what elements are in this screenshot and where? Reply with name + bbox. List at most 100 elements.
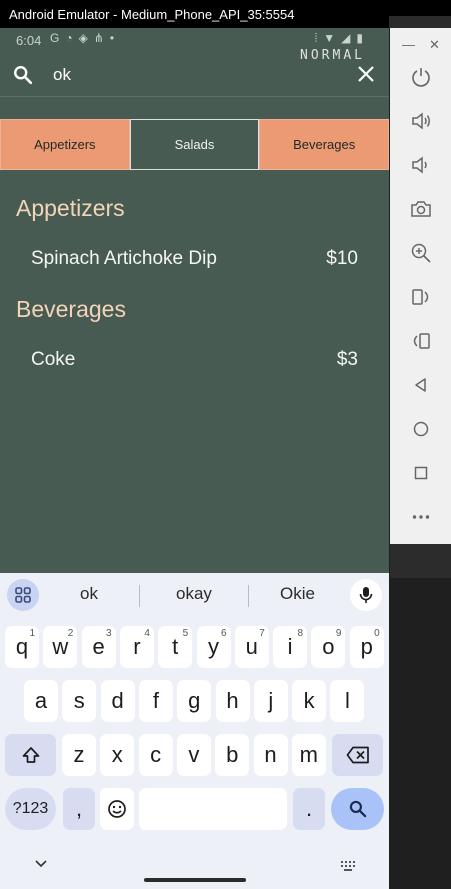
- tab-salads[interactable]: Salads: [129, 119, 260, 170]
- item-name: Coke: [31, 349, 76, 370]
- signal-icon: ◢: [341, 31, 351, 45]
- close-icon[interactable]: [357, 65, 375, 83]
- rotate-right-button[interactable]: [409, 329, 433, 353]
- desktop-background: [390, 544, 451, 889]
- more-button[interactable]: [409, 505, 433, 529]
- overview-button[interactable]: [409, 461, 433, 485]
- key-t[interactable]: t5: [158, 626, 193, 668]
- volume-up-button[interactable]: [409, 109, 433, 133]
- key-hint: 5: [182, 628, 189, 639]
- key-label: k: [303, 688, 315, 713]
- key-u[interactable]: u7: [234, 626, 269, 668]
- key-hint: 3: [106, 628, 112, 639]
- key-e[interactable]: e3: [81, 626, 116, 668]
- item-name: Spinach Artichoke Dip: [31, 248, 217, 269]
- key-m[interactable]: m: [291, 734, 326, 776]
- rotate-left-icon: [412, 289, 429, 305]
- camera-button[interactable]: [409, 197, 433, 221]
- list-item[interactable]: Coke $3: [31, 349, 358, 371]
- comma-key[interactable]: ,: [63, 788, 95, 830]
- vibrate-icon: ⦙: [314, 31, 318, 45]
- key-g[interactable]: g: [177, 680, 212, 722]
- key-hint: 2: [67, 628, 74, 639]
- suggestion-1[interactable]: ok: [80, 584, 98, 604]
- key-q[interactable]: q1: [5, 626, 39, 668]
- key-s[interactable]: s: [62, 680, 97, 722]
- key-y[interactable]: y6: [196, 626, 231, 668]
- key-d[interactable]: d: [100, 680, 135, 722]
- suggestion-divider: [139, 585, 140, 607]
- emoji-key[interactable]: [100, 788, 134, 830]
- gesture-nav-bar[interactable]: [144, 878, 246, 882]
- emulator-toolbar: — ✕: [390, 28, 451, 544]
- key-n[interactable]: n: [253, 734, 288, 776]
- volume-down-icon: [412, 156, 427, 174]
- more-icon: [412, 515, 430, 519]
- key-f[interactable]: f: [138, 680, 173, 722]
- mic-button[interactable]: [350, 579, 382, 611]
- rotate-left-button[interactable]: [409, 285, 433, 309]
- zoom-button[interactable]: [409, 241, 433, 265]
- key-label: q: [15, 634, 29, 659]
- power-button[interactable]: [409, 65, 433, 89]
- key-label: d: [111, 688, 124, 713]
- rotate-right-icon: [413, 333, 430, 349]
- title-strip-lower: [389, 16, 451, 28]
- key-label: m: [299, 742, 318, 767]
- period-key[interactable]: .: [293, 788, 325, 830]
- suggestion-3[interactable]: Okie: [280, 584, 315, 604]
- keyboard-menu-button[interactable]: [7, 579, 39, 611]
- minimize-icon[interactable]: —: [402, 37, 415, 52]
- key-l[interactable]: l: [330, 680, 365, 722]
- suggestion-strip: ok okay Okie: [0, 573, 389, 617]
- key-p[interactable]: p0: [349, 626, 384, 668]
- key-a[interactable]: a: [24, 680, 58, 722]
- tab-beverages[interactable]: Beverages: [259, 119, 389, 170]
- volume-down-button[interactable]: [409, 153, 433, 177]
- search-bar[interactable]: ok: [0, 56, 389, 96]
- key-o[interactable]: o9: [311, 626, 346, 668]
- key-label: n: [264, 742, 277, 767]
- item-price: $3: [336, 349, 358, 370]
- close-window-icon[interactable]: ✕: [429, 37, 440, 53]
- shift-key[interactable]: [5, 734, 56, 776]
- key-w[interactable]: w2: [43, 626, 78, 668]
- key-label: b: [226, 742, 239, 767]
- keyboard-switch-icon[interactable]: [341, 861, 355, 871]
- key-label: e: [92, 634, 105, 659]
- home-icon: [413, 421, 429, 437]
- backspace-key[interactable]: [332, 734, 383, 776]
- section-title-appetizers: Appetizers: [16, 195, 125, 221]
- key-r[interactable]: r4: [119, 626, 154, 668]
- list-item[interactable]: Spinach Artichoke Dip $10: [31, 248, 358, 270]
- back-button[interactable]: [409, 373, 433, 397]
- key-label: a: [34, 688, 48, 713]
- key-h[interactable]: h: [215, 680, 250, 722]
- key-b[interactable]: b: [215, 734, 250, 776]
- space-key[interactable]: [139, 788, 287, 830]
- zoom-icon: [411, 243, 431, 263]
- key-c[interactable]: c: [138, 734, 173, 776]
- backspace-icon: [346, 746, 369, 764]
- emoji-icon: [108, 800, 126, 818]
- title-strip: [389, 0, 451, 16]
- suggestion-2[interactable]: okay: [176, 584, 212, 604]
- search-icon: [349, 800, 366, 818]
- grid-icon: [15, 587, 31, 603]
- key-z[interactable]: z: [62, 734, 96, 776]
- key-label: y: [208, 634, 219, 659]
- search-action-key[interactable]: [331, 788, 384, 830]
- key-v[interactable]: v: [176, 734, 211, 776]
- tab-appetizers[interactable]: Appetizers: [0, 119, 130, 170]
- key-j[interactable]: j: [253, 680, 288, 722]
- home-button[interactable]: [409, 417, 433, 441]
- key-x[interactable]: x: [100, 734, 135, 776]
- key-label: t: [172, 634, 179, 659]
- search-input[interactable]: ok: [53, 65, 71, 85]
- usb-icon: ⋔: [93, 31, 104, 45]
- chevron-down-icon[interactable]: [34, 859, 48, 869]
- symbols-key[interactable]: ?123: [5, 788, 56, 830]
- key-label: p: [360, 634, 373, 659]
- key-k[interactable]: k: [292, 680, 327, 722]
- key-i[interactable]: i8: [273, 626, 308, 668]
